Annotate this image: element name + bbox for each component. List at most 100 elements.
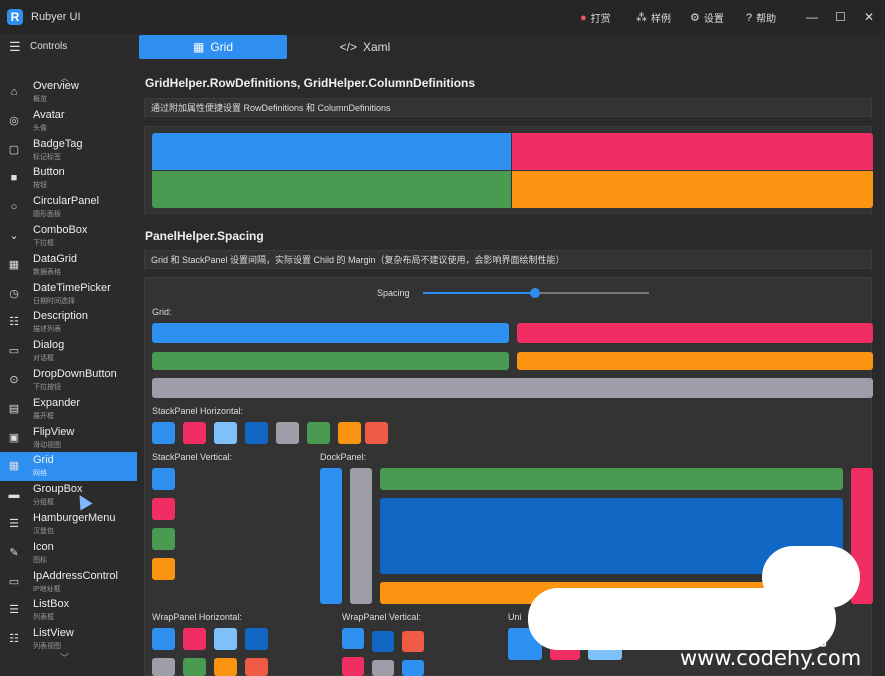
spacing-slider-thumb[interactable] (530, 288, 540, 298)
scroll-down-icon[interactable]: ﹀ (60, 651, 69, 664)
section-title-gridhelper: GridHelper.RowDefinitions, GridHelper.Co… (145, 76, 476, 90)
sidebar-item-sublabel: 描述列表 (33, 326, 61, 334)
dock-left-gray (350, 468, 372, 604)
sidebar-item-label: DataGrid (33, 252, 78, 265)
sidebar-item-grid[interactable]: ▦ Grid 网格 (0, 452, 137, 482)
sidebar-item-listview[interactable]: ☷ ListView 列表视图 (0, 625, 137, 654)
sidebar-item-label: GroupBox (33, 483, 83, 496)
sidebar-item-sublabel: 下拉按钮 (33, 384, 61, 391)
avatar-icon: ◎ (9, 114, 19, 127)
donate-label: 打赏 (590, 14, 611, 25)
hamburger-icon[interactable]: ☰ (9, 39, 21, 55)
sidebar-item-sublabel: 标记标签 (33, 153, 61, 161)
watermark-url: www.codehy.com (680, 646, 862, 670)
minimize-button[interactable]: — (806, 10, 818, 24)
sidebar-item-label: ListBox (33, 598, 70, 611)
sidebar-item-overview[interactable]: ⌂ Overview 概览 (0, 78, 137, 107)
wrappanel-v-label: WrapPanel Vertical: (342, 612, 421, 622)
sidebar-item-sublabel: 头像 (33, 124, 47, 132)
sidebar-item-sublabel: 日期时间选择 (33, 297, 75, 305)
sidebar-item-sublabel: 下拉框 (33, 240, 54, 247)
samples-button[interactable]: ⁂ 样例 (636, 10, 671, 25)
spacing-slider-fill (423, 292, 535, 294)
sidebar-item-label: DropDownButton (33, 368, 117, 380)
tab-xaml[interactable]: </> Xaml (305, 35, 425, 59)
ipaddresscontrol-icon: ▭ (8, 575, 20, 588)
sidebar-header[interactable]: ☰ Controls (0, 34, 137, 60)
settings-button[interactable]: ⚙ 设置 (690, 10, 724, 25)
sidebar-item-label: Overview (33, 80, 79, 92)
sidebar-item-datetimepicker[interactable]: ◷ DateTimePicker 日期时间选择 (0, 280, 137, 309)
sidebar-item-sublabel: 数据表格 (33, 268, 61, 276)
sidebar-item-description[interactable]: ☷ Description 描述列表 (0, 308, 137, 337)
sidebar-item-combobox[interactable]: ⌄ ComboBox 下拉框 (0, 222, 137, 251)
listview-icon: ☷ (9, 633, 19, 646)
circularpanel-icon: ○ (10, 201, 18, 214)
wrap-h-item (245, 628, 268, 650)
stack-v-item (152, 528, 175, 550)
hamburgermenu-icon: ☰ (9, 518, 19, 530)
stack-h-item (276, 422, 299, 444)
stack-h-item (245, 422, 268, 444)
gear-icon: ⚙ (690, 12, 700, 24)
sidebar-item-label: DateTimePicker (33, 281, 111, 294)
donate-button[interactable]: ● 打赏 (580, 10, 611, 26)
help-icon: ? (746, 11, 753, 24)
settings-label: 设置 (703, 14, 724, 25)
sidebar-item-dropdownbutton[interactable]: ⊙ DropDownButton 下拉按钮 (0, 366, 137, 395)
spacing-grid-green (152, 352, 509, 370)
sidebar-item-sublabel: 分组框 (33, 499, 54, 507)
close-button[interactable]: ✕ (864, 10, 874, 24)
samples-icon: ⁂ (636, 12, 647, 24)
spacing-label: Spacing (377, 288, 410, 298)
wrap-v-item (402, 660, 424, 676)
section-desc-panelhelper: Grid 和 StackPanel 设置间隔，实际设置 Child 的 Marg… (144, 250, 872, 269)
sidebar-item-label: ListView (33, 627, 74, 640)
overview-icon: ⌂ (10, 86, 18, 98)
stack-h-item (152, 422, 175, 444)
wrap-v-item (342, 628, 364, 649)
code-icon: </> (339, 40, 357, 54)
stack-h-item (214, 422, 237, 444)
sidebar-item-label: Icon (33, 540, 54, 553)
help-button[interactable]: ? 帮助 (746, 10, 776, 26)
icon-icon: ✎ (9, 546, 19, 559)
grid-cell-orange (512, 171, 873, 208)
sidebar-item-label: Button (33, 166, 65, 179)
sidebar-item-label: Dialog (33, 339, 65, 352)
dropdownbutton-icon: ⊙ (9, 374, 19, 386)
sidebar-item-flipview[interactable]: ▣ FlipView 滑动视图 (0, 424, 137, 453)
sidebar-item-hamburgermenu[interactable]: ☰ HamburgerMenu 汉堡包 (0, 510, 137, 539)
sidebar-item-sublabel: 展开框 (33, 412, 54, 420)
sidebar-item-circularpanel[interactable]: ○ CircularPanel 圆形面板 (0, 193, 137, 222)
sidebar-item-listbox[interactable]: ☰ ListBox 列表框 (0, 596, 137, 625)
listbox-icon: ☰ (9, 604, 19, 617)
wrap-v-item (342, 657, 364, 676)
sidebar-item-label: CircularPanel (33, 195, 100, 208)
sidebar-item-dialog[interactable]: ▭ Dialog 对话框 (0, 337, 137, 366)
sidebar-item-expander[interactable]: ▤ Expander 展开框 (0, 395, 137, 424)
sidebar-item-badgetag[interactable]: ▢ BadgeTag 标记标签 (0, 136, 137, 165)
sidebar-item-sublabel: 滑动视图 (33, 441, 61, 449)
sidebar-item-ipaddresscontrol[interactable]: ▭ IpAddressControl IP地址框 (0, 568, 137, 597)
sidebar-header-label: Controls (30, 41, 68, 52)
sidebar-item-icon[interactable]: ✎ Icon 图标 (0, 539, 137, 568)
sidebar-item-label: Expander (33, 396, 81, 409)
expander-icon: ▤ (8, 402, 20, 415)
grid-cell-green (152, 171, 511, 208)
flipview-icon: ▣ (8, 431, 20, 444)
section-desc-gridhelper: 通过附加属性便捷设置 RowDefinitions 和 ColumnDefini… (144, 98, 872, 117)
sidebar-item-datagrid[interactable]: ▦ DataGrid 数据表格 (0, 251, 137, 280)
spacing-grid-gray (152, 378, 873, 398)
sidebar-item-avatar[interactable]: ◎ Avatar 头像 (0, 107, 137, 136)
sidebar-item-button[interactable]: ■ Button 按钮 (0, 164, 137, 193)
maximize-button[interactable]: ☐ (835, 10, 846, 24)
sidebar-item-groupbox[interactable]: ▬ GroupBox 分组框 (0, 481, 137, 510)
wrap-h-item (214, 628, 237, 650)
sidebar-item-label: Avatar (33, 108, 65, 121)
button-icon: ■ (10, 172, 18, 185)
sidebar-item-sublabel: 图标 (33, 556, 47, 564)
tab-grid[interactable]: ▦ Grid (139, 35, 287, 59)
sidebar: ☰ Controls ︿ ⌂ Overview 概览 ◎ Avatar 头像 ▢ BadgeT… (0, 34, 137, 676)
stack-h-item (338, 422, 361, 444)
